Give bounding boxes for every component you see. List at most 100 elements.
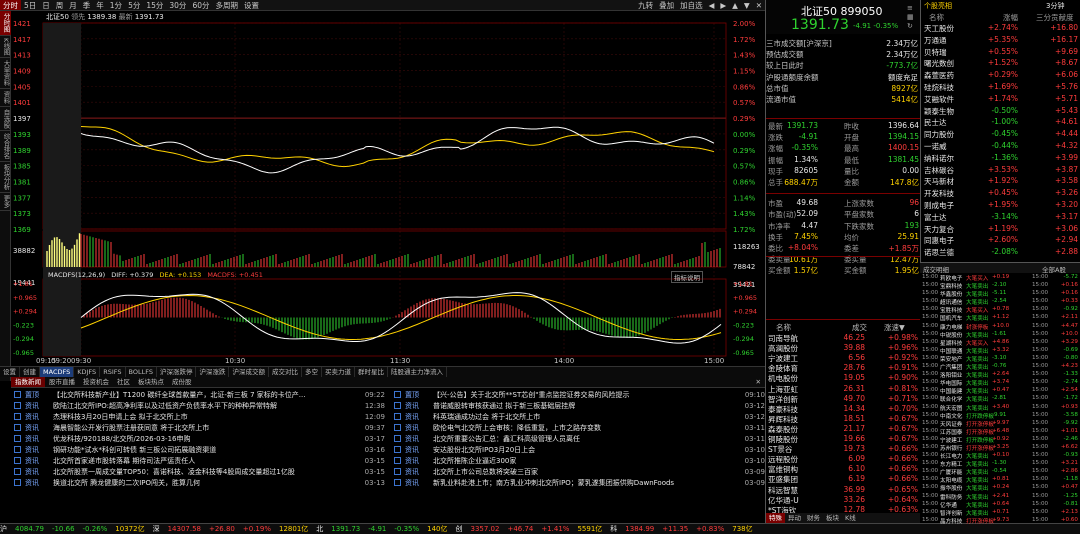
trade-alert-row-right[interactable]: 15:00 +0.60 — [1030, 517, 1080, 525]
trade-alert-row[interactable]: 15:00 雷科防务 大笔卖出 +2.41 — [920, 493, 1009, 501]
period-tab[interactable]: 多周期 — [212, 0, 241, 10]
period-tab[interactable]: 5分 — [125, 0, 143, 10]
trade-alert-row[interactable]: 15:00 中国联通 大笔卖出 +3.32 — [920, 347, 1009, 355]
trade-alert-row-right[interactable]: 15:00 -1.25 — [1030, 493, 1080, 501]
left-nav-item[interactable]: 大单资料 — [0, 58, 11, 89]
trade-alert-row-right[interactable]: 15:00 +3.29 — [1030, 339, 1080, 347]
indicator-tab[interactable]: 买卖力道 — [322, 367, 355, 377]
news-item[interactable]: 资讯 新乳业料赴港上市；南方乳业冲刺北交所IPO；蒙乳遂集团振供购DawnFood… — [391, 477, 765, 488]
news-checkbox[interactable] — [394, 468, 401, 475]
news-item[interactable]: 资讯 北交所上市公司总数将突破三百家 03-09 — [391, 466, 765, 477]
left-nav-item[interactable]: 资料 — [0, 89, 11, 107]
rank-header-pct[interactable]: 涨幅 — [1003, 12, 1018, 23]
trade-alert-row-right[interactable]: 15:00 +2.11 — [1030, 314, 1080, 322]
period-tab[interactable]: 60分 — [189, 0, 212, 10]
news-checkbox[interactable] — [394, 391, 401, 398]
trade-alert-row[interactable]: 15:00 华电国际 大笔卖出 +3.74 — [920, 379, 1009, 387]
trade-alert-row-right[interactable]: 15:00 -1.72 — [1030, 395, 1080, 403]
trade-alert-row-right[interactable]: 15:00 +2.54 — [1030, 387, 1080, 395]
news-headline[interactable]: 【兴-公告】关于北交所**ST芯创"重点监控证券交易的风险提示 — [433, 390, 733, 400]
trade-alert-row-right[interactable]: 15:00 -1.18 — [1030, 476, 1080, 484]
rank-row[interactable]: 开发科技 +0.45% +3.26 — [921, 188, 1080, 199]
rank-header-name[interactable]: 名称 — [929, 12, 944, 23]
status-label[interactable]: 深 — [153, 524, 160, 534]
toolbar-nav-icon[interactable]: ✕ — [753, 0, 765, 10]
news-item[interactable]: 资讯 普诺威股转审核获通过 拟于新三板基础层挂牌 03-12 — [391, 400, 765, 411]
grid-icon[interactable]: ▦ — [907, 13, 914, 22]
trade-alert-row-right[interactable]: 15:00 -0.69 — [1030, 347, 1080, 355]
period-tab[interactable]: 1分 — [107, 0, 125, 10]
news-tab[interactable]: 成份股 — [168, 377, 196, 387]
rank-header-contrib[interactable]: 三分贡献度 — [1036, 12, 1074, 23]
news-checkbox[interactable] — [14, 413, 21, 420]
news-checkbox[interactable] — [394, 402, 401, 409]
rank-row[interactable]: 颖泰生物 -0.50% +5.43 — [921, 106, 1080, 117]
period-tab[interactable]: 5日 — [21, 0, 39, 10]
period-tab[interactable]: 月 — [66, 0, 80, 10]
left-nav-item[interactable]: K线图 — [0, 36, 11, 58]
rank-row[interactable]: 纳科诺尔 -1.36% +3.99 — [921, 153, 1080, 164]
trade-alert-row[interactable]: 15:00 国机汽车 大笔卖出 +1.12 — [920, 314, 1009, 322]
indicator-tab[interactable]: 沪深成交额 — [229, 367, 269, 377]
news-headline[interactable]: 普诺威股转审核获通过 拟于新三板基础层挂牌 — [433, 401, 733, 411]
trade-alert-row[interactable]: 15:00 振华股份 大笔卖出 +0.24 — [920, 484, 1009, 492]
trade-alert-row[interactable]: 15:00 联合化学 大笔卖出 -2.81 — [920, 395, 1006, 403]
trade-alert-row[interactable]: 15:00 太阳电缆 大笔卖出 +0.81 — [920, 476, 1009, 484]
rank-row[interactable]: 同力股份 -0.45% +4.44 — [921, 129, 1080, 140]
trade-alert-row-right[interactable]: 15:00 +2.13 — [1030, 509, 1080, 517]
news-headline[interactable]: 安达股份北交所IPO3月20日上会 — [433, 445, 733, 455]
period-tab[interactable]: 30分 — [166, 0, 189, 10]
list-header-speed[interactable]: 涨速▼ — [884, 322, 905, 333]
rank-row[interactable]: 贝特瑞 +0.55% +9.69 — [921, 47, 1080, 58]
trade-alert-row[interactable]: 15:00 宝鼎科技 大笔卖出 -2.10 — [920, 282, 1006, 290]
quote-panel-tab[interactable]: 特殊 — [766, 513, 785, 523]
trade-alert-row[interactable]: 15:00 苏州银行 打开涨停板 +3.25 — [920, 444, 1009, 452]
trade-alert-row-right[interactable]: 15:00 +6.62 — [1030, 444, 1080, 452]
indicator-tab[interactable]: 创建 — [20, 367, 40, 377]
trade-alert-row-right[interactable]: 15:00 -9.92 — [1030, 420, 1080, 428]
news-checkbox[interactable] — [394, 435, 401, 442]
trade-alert-row-right[interactable]: 15:00 -0.80 — [1030, 355, 1080, 363]
rank-row[interactable]: 天工股份 +2.74% +16.80 — [921, 23, 1080, 34]
trade-alert-row-right[interactable]: 15:00 -2.46 — [1030, 436, 1080, 444]
news-item[interactable]: 资讯 北交所首家递市股转落幕 期待司法严惩责任人 03-15 — [11, 455, 385, 466]
indicator-tab[interactable]: RSIFS — [100, 367, 126, 377]
indicator-tab[interactable]: 成交对比 — [269, 367, 302, 377]
indicator-tab[interactable]: BOLLFS — [126, 367, 157, 377]
news-headline[interactable]: 钢研功能*试水*科创可转债 新三板公司拓展融资渠道 — [53, 445, 353, 455]
stock-header-icons[interactable]: ≡ ▦ ↻ — [907, 4, 914, 31]
news-headline[interactable]: 海晨智能公开发行股票注册获同意 将于北交所上市 — [53, 423, 353, 433]
trade-alert-row-right[interactable]: 15:00 -3.58 — [1030, 412, 1080, 420]
news-headline[interactable]: 欧伦电气北交所上会审核：降低重复，上市之路存变数 — [433, 423, 733, 433]
news-tab[interactable]: 指数新闻 — [11, 377, 45, 387]
toolbar-nav-icon[interactable]: ▼ — [741, 0, 753, 10]
status-label[interactable]: 创 — [456, 524, 463, 534]
news-close-icon[interactable]: ✕ — [752, 377, 765, 387]
trade-alert-row[interactable]: 15:00 晶方科技 打开涨停板 +9.73 — [920, 517, 1009, 525]
rank-row[interactable]: 硅烷科技 +1.69% +5.76 — [921, 82, 1080, 93]
quote-panel-tab[interactable]: 异动 — [785, 513, 804, 523]
trade-alert-row-right[interactable]: 15:00 -5.72 — [1030, 274, 1080, 282]
rank-title[interactable]: 个股亮相 — [924, 1, 952, 11]
news-item[interactable]: 资讯 欧伦电气北交所上会审核：降低重复，上市之路存变数 03-11 — [391, 422, 765, 433]
rank-row[interactable]: 富士达 -3.14% +3.17 — [921, 212, 1080, 223]
indicator-tab[interactable]: 设置 — [0, 367, 20, 377]
period-tab[interactable]: 年 — [93, 0, 107, 10]
trade-alert-row-right[interactable]: 15:00 +0.93 — [1030, 404, 1080, 412]
rank-row[interactable]: 诺思兰德 -2.08% +2.88 — [921, 247, 1080, 258]
news-item[interactable]: 置顶 【兴-公告】关于北交所**ST芯创"重点监控证券交易的风险提示 09:10 — [391, 389, 765, 400]
trade-alert-row[interactable]: 15:00 宝胜科技 大笔买入 +0.78 — [920, 306, 1009, 314]
news-item[interactable]: 资讯 北交所股票一周成交量TOP50：喜诺科技、凌金科技等4股周成交量超过1亿股 0… — [11, 466, 385, 477]
period-tab[interactable]: 季 — [80, 0, 94, 10]
trade-alert-row[interactable]: 15:00 荣安地产 大笔卖出 -3.10 — [920, 355, 1006, 363]
indicator-tab[interactable]: 群时星比 — [355, 367, 388, 377]
rank-row[interactable]: 曙光数创 +1.52% +8.67 — [921, 58, 1080, 69]
news-item[interactable]: 置顶 【北交所科技新产业】T1200 碳纤全球首款量产，北证-新三板 7 家标的卡… — [11, 389, 385, 400]
news-checkbox[interactable] — [14, 446, 21, 453]
indicator-tab[interactable]: MACDFS — [40, 367, 75, 377]
news-headline[interactable]: 换道北交所 腾龙健康的二次IPO闯关，胜算几何 — [53, 478, 353, 488]
news-item[interactable]: 资讯 科英瑞通成功过会 将于北交所上市 03-12 — [391, 411, 765, 422]
trade-alert-row-right[interactable]: 15:00 +0.16 — [1030, 290, 1080, 298]
news-headline[interactable]: 科英瑞通成功过会 将于北交所上市 — [433, 412, 733, 422]
trade-alert-row-right[interactable]: 15:00 +4.23 — [1030, 363, 1080, 371]
